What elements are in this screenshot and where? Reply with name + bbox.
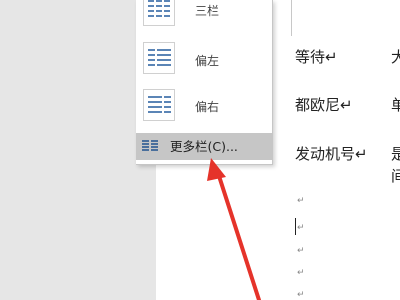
red-arrow-pointer-icon xyxy=(207,158,261,300)
